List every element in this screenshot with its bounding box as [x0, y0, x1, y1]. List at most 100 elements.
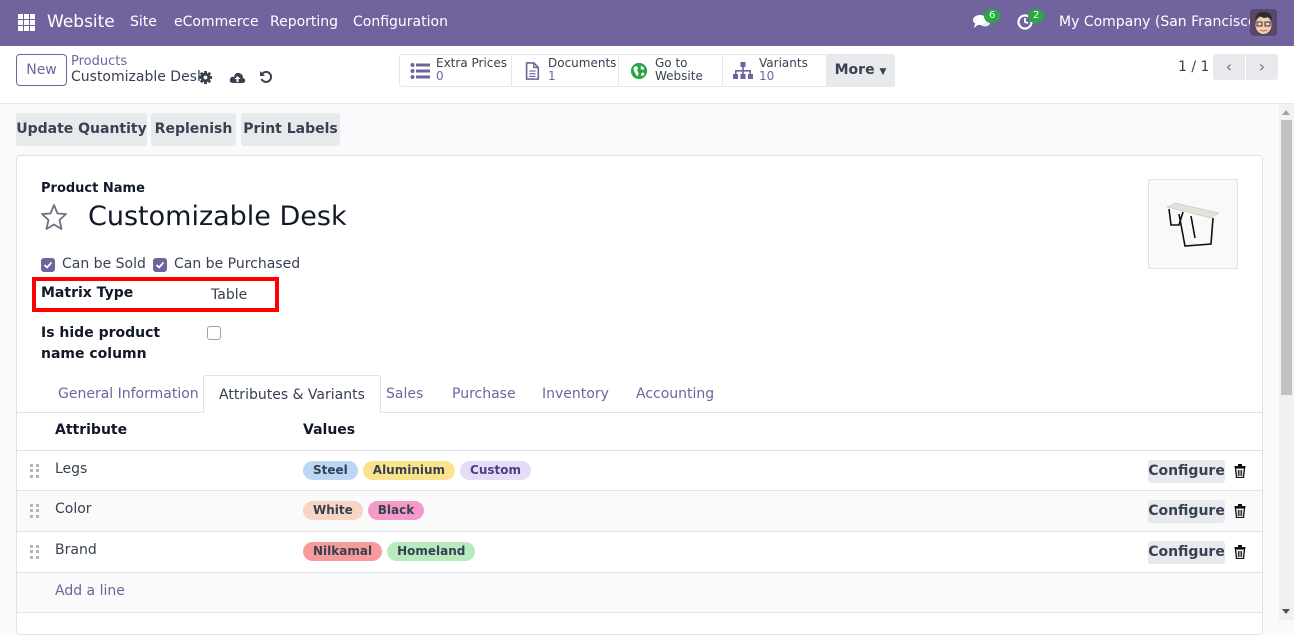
notebook-tabs: General Information Attributes & Variant…: [17, 375, 1262, 413]
messages-count-badge: 6: [984, 9, 1001, 23]
form-sheet: Product Name Customizable Desk Can be So…: [16, 155, 1263, 635]
website-label: Website: [655, 69, 703, 83]
caret-down-icon: ▼: [879, 67, 887, 77]
app-name[interactable]: Website: [47, 12, 115, 32]
list-icon: [410, 63, 430, 79]
company-switcher[interactable]: My Company (San Francisco): [1059, 14, 1262, 30]
value-tag[interactable]: Nilkamal: [303, 542, 383, 561]
value-tags: Steel Aluminium Custom: [303, 461, 532, 480]
hide-product-name-checkbox[interactable]: [207, 326, 221, 340]
table-row[interactable]: Color White Black Configure: [17, 490, 1262, 531]
can-be-sold-checkbox[interactable]: [41, 258, 55, 272]
table-row[interactable]: Legs Steel Aluminium Custom Configure: [17, 450, 1262, 491]
breadcrumb-products[interactable]: Products: [71, 54, 127, 69]
column-header-values[interactable]: Values: [303, 422, 355, 438]
cloud-upload-icon[interactable]: [229, 70, 246, 86]
messages-button[interactable]: 6: [972, 9, 1001, 32]
pager-value[interactable]: 1 / 1: [1178, 59, 1209, 75]
value-tags: White Black: [303, 501, 425, 520]
desk-image-icon: [1149, 180, 1237, 268]
tab-general-information[interactable]: General Information: [58, 375, 199, 413]
menu-site[interactable]: Site: [130, 14, 157, 30]
tab-inventory[interactable]: Inventory: [542, 375, 609, 413]
update-quantity-button[interactable]: Update Quantity: [16, 113, 147, 146]
product-name-field[interactable]: Customizable Desk: [88, 201, 347, 232]
gear-icon[interactable]: [198, 70, 214, 86]
product-image[interactable]: [1148, 179, 1238, 269]
configure-button[interactable]: Configure: [1148, 460, 1225, 483]
add-line-link[interactable]: Add a line: [55, 583, 125, 599]
extra-prices-count: 0: [436, 69, 444, 83]
can-be-purchased-checkbox[interactable]: [153, 258, 167, 272]
more-label: More: [834, 62, 875, 78]
scrollbar-thumb[interactable]: [1281, 120, 1292, 395]
attribute-name[interactable]: Color: [55, 501, 92, 517]
documents-button[interactable]: Documents 1: [512, 55, 619, 86]
tab-accounting[interactable]: Accounting: [636, 375, 714, 413]
more-dropdown[interactable]: More ▼: [827, 55, 894, 86]
check-icon: [43, 261, 53, 269]
drag-handle-icon[interactable]: [30, 464, 39, 478]
vertical-scrollbar[interactable]: [1279, 104, 1294, 620]
pager-next-button[interactable]: ›: [1246, 54, 1278, 80]
chevron-right-icon: ›: [1258, 57, 1266, 76]
column-header-attribute[interactable]: Attribute: [55, 422, 127, 438]
variants-count: 10: [759, 69, 775, 83]
trash-icon[interactable]: [1234, 464, 1246, 478]
menu-configuration[interactable]: Configuration: [353, 14, 448, 30]
breadcrumb-current: Customizable Desk: [71, 69, 206, 85]
smart-buttons: Extra Prices 0 Documents 1 Go to Website…: [399, 54, 895, 87]
hide-product-name-label: Is hide product name column: [41, 325, 161, 362]
activities-button[interactable]: 2: [1016, 9, 1045, 32]
apps-grid-icon[interactable]: [18, 14, 35, 31]
drag-handle-icon[interactable]: [30, 504, 39, 518]
product-name-label: Product Name: [41, 181, 145, 196]
can-be-purchased-label: Can be Purchased: [174, 256, 301, 272]
table-row[interactable]: Brand Nilkamal Homeland Configure: [17, 531, 1262, 572]
scroll-down-arrow-icon[interactable]: [1282, 609, 1290, 614]
menu-ecommerce[interactable]: eCommerce: [174, 14, 259, 30]
value-tag[interactable]: Custom: [460, 461, 532, 480]
top-navbar: Website Site eCommerce Reporting Configu…: [0, 0, 1294, 46]
attribute-name[interactable]: Legs: [55, 461, 87, 477]
value-tag[interactable]: Black: [367, 501, 425, 520]
value-tag[interactable]: Homeland: [387, 542, 476, 561]
pager-previous-button[interactable]: ‹: [1213, 54, 1245, 80]
star-favorite-icon[interactable]: [40, 203, 68, 231]
matrix-type-field[interactable]: Table: [211, 287, 247, 303]
new-button[interactable]: New: [16, 54, 67, 86]
variants-button[interactable]: Variants 10: [723, 55, 827, 86]
scroll-up-arrow-icon[interactable]: [1282, 110, 1290, 115]
activities-count-badge: 2: [1028, 9, 1045, 23]
attribute-name[interactable]: Brand: [55, 542, 97, 558]
value-tag[interactable]: Steel: [303, 461, 358, 480]
chevron-left-icon: ‹: [1225, 57, 1233, 76]
go-to-website-button[interactable]: Go to Website: [619, 55, 723, 86]
sitemap-icon: [733, 62, 753, 79]
documents-label: Documents: [548, 56, 617, 70]
check-icon: [155, 261, 165, 269]
user-avatar[interactable]: [1250, 9, 1277, 36]
extra-prices-button[interactable]: Extra Prices 0: [400, 55, 512, 86]
configure-button[interactable]: Configure: [1148, 541, 1225, 564]
avatar-face-icon: [1250, 9, 1277, 36]
trash-icon[interactable]: [1234, 504, 1246, 518]
value-tag[interactable]: Aluminium: [362, 461, 456, 480]
can-be-sold-label: Can be Sold: [62, 256, 146, 272]
control-panel: New Products Customizable Desk Extra Pri…: [0, 46, 1294, 104]
tab-purchase[interactable]: Purchase: [452, 375, 516, 413]
globe-icon: [630, 62, 648, 80]
matrix-type-label: Matrix Type: [41, 285, 134, 301]
menu-reporting[interactable]: Reporting: [270, 14, 338, 30]
tab-attributes-variants[interactable]: Attributes & Variants: [203, 375, 381, 413]
configure-button[interactable]: Configure: [1148, 500, 1225, 523]
print-labels-button[interactable]: Print Labels: [241, 113, 340, 146]
replenish-button[interactable]: Replenish: [151, 113, 236, 146]
extra-prices-label: Extra Prices: [436, 56, 508, 70]
value-tag[interactable]: White: [303, 501, 363, 520]
drag-handle-icon[interactable]: [30, 545, 39, 559]
tab-sales[interactable]: Sales: [386, 375, 423, 413]
document-icon: [525, 62, 540, 80]
undo-icon[interactable]: [259, 70, 275, 86]
trash-icon[interactable]: [1234, 545, 1246, 559]
